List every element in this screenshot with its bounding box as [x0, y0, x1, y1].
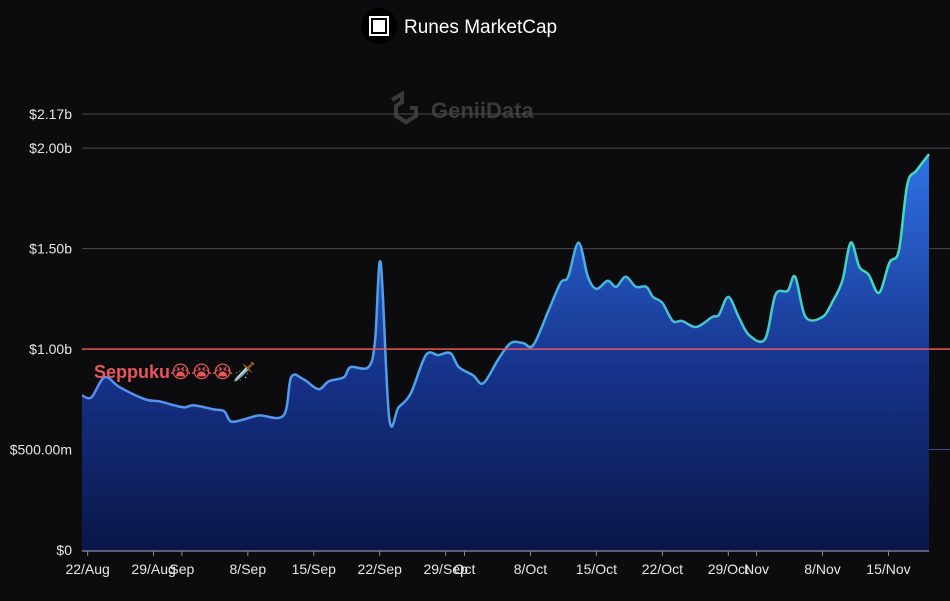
y-tick-label: $1.00b [29, 341, 72, 357]
x-tick-label: 22/Oct [642, 561, 683, 577]
x-axis: 22/Aug 29/AugSep 8/Sep 15/Sep 22/Sep 29/SepOc… [65, 551, 911, 577]
runes-marketcap-chart: Runes MarketCap GeniiData $0 $500.00m $1.0… [10, 8, 950, 577]
legend-square-fill [373, 20, 385, 32]
x-tick-label: 22/Sep [358, 561, 403, 577]
reference-annotation: Seppuku😭😭😭🗡️ [94, 361, 256, 382]
watermark: GeniiData [390, 90, 534, 125]
y-tick-label: $2.00b [29, 140, 72, 156]
y-tick-label: $0 [56, 542, 72, 558]
x-tick-label: 15/Nov [866, 561, 910, 577]
x-tick-label: 22/Aug [65, 561, 109, 577]
x-tick-label: 15/Sep [292, 561, 337, 577]
x-tick-label: Oct [454, 561, 476, 577]
geniidata-logo-icon [390, 90, 418, 125]
legend[interactable]: Runes MarketCap [361, 8, 557, 44]
area-fill [82, 154, 929, 550]
x-tick-label: 8/Sep [230, 561, 267, 577]
x-tick-label: 8/Oct [514, 561, 548, 577]
x-tick-label: 8/Nov [804, 561, 841, 577]
watermark-text: GeniiData [431, 98, 534, 123]
x-tick-label: 29/Oct [708, 561, 749, 577]
y-tick-label: $1.50b [29, 241, 72, 257]
y-tick-label: $2.17b [29, 106, 72, 122]
x-tick-label: 15/Oct [576, 561, 617, 577]
y-tick-label: $500.00m [10, 442, 72, 458]
x-tick-label: Sep [169, 561, 194, 577]
x-tick-label: Nov [744, 561, 769, 577]
y-axis: $0 $500.00m $1.00b $1.50b $2.00b $2.17b [10, 106, 72, 558]
chart-title: Runes MarketCap [404, 17, 557, 38]
